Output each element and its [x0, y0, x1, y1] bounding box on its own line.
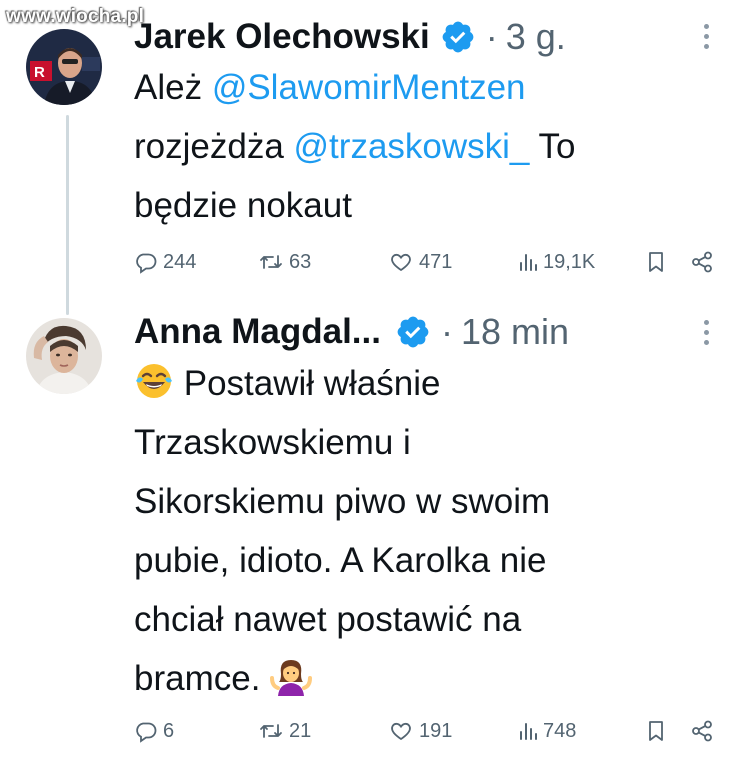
reply-icon: [136, 253, 157, 274]
tweet-actions: 6 21 191 748: [134, 716, 724, 746]
repost-icon: [260, 724, 282, 738]
bookmark-button[interactable]: [646, 247, 666, 277]
reply-button[interactable]: 244: [134, 247, 196, 277]
timestamp[interactable]: 18 min: [461, 311, 569, 353]
heart-icon: [391, 253, 411, 272]
separator-dot: ·: [440, 311, 453, 352]
avatar[interactable]: [26, 318, 102, 394]
tweet-header: Anna Magdal... · 18 min: [134, 307, 569, 357]
thread-connector-line: [66, 115, 69, 315]
author-name[interactable]: Anna Magdal...: [134, 312, 381, 352]
like-count: 471: [419, 250, 453, 273]
view-count: 748: [543, 719, 577, 742]
author-name[interactable]: Jarek Olechowski: [134, 17, 430, 57]
separator-dot: ·: [485, 16, 498, 57]
shrugging-woman-emoji-icon: [270, 660, 313, 696]
share-button[interactable]: [690, 716, 714, 746]
view-count: 19,1K: [543, 250, 596, 273]
timestamp[interactable]: 3 g.: [506, 16, 566, 58]
repost-button[interactable]: 21: [258, 716, 311, 746]
share-icon: [692, 720, 712, 742]
reply-count: 6: [163, 719, 175, 742]
avatar-photo-icon: [26, 318, 102, 394]
share-button[interactable]: [690, 247, 714, 277]
bookmark-icon: [649, 252, 663, 272]
bookmark-icon: [649, 721, 663, 741]
tweet-text: Postawił właśnie Trzaskowskiemu i Sikors…: [134, 354, 550, 708]
reply-button[interactable]: 6: [134, 716, 174, 746]
repost-count: 63: [289, 250, 312, 273]
svg-text:R: R: [34, 64, 45, 81]
avatar-photo-icon: R: [26, 29, 102, 105]
verified-badge-icon: [397, 316, 429, 348]
like-button[interactable]: 191: [388, 716, 452, 746]
tweet-actions: 244 63 471 19,1K: [134, 247, 724, 277]
avatar[interactable]: R: [26, 29, 102, 105]
like-count: 191: [419, 719, 453, 742]
like-button[interactable]: 471: [388, 247, 452, 277]
share-icon: [692, 251, 712, 273]
tweet-header: Jarek Olechowski · 3 g.: [134, 12, 566, 62]
verified-badge-icon: [442, 21, 474, 53]
more-options-icon[interactable]: [701, 320, 711, 350]
tweet-text: Ależ @SlawomirMentzen rozjeżdża @trzasko…: [134, 68, 576, 225]
watermark: www.wiocha.pl: [6, 6, 145, 27]
views-button[interactable]: 748: [518, 716, 576, 746]
views-button[interactable]: 19,1K: [518, 247, 595, 277]
repost-icon: [260, 255, 282, 269]
heart-icon: [391, 722, 411, 741]
mention-link[interactable]: @trzaskowski_: [294, 127, 530, 166]
repost-button[interactable]: 63: [258, 247, 311, 277]
more-options-icon[interactable]: [701, 24, 711, 54]
bookmark-button[interactable]: [646, 716, 666, 746]
views-icon: [520, 723, 537, 740]
reply-count: 244: [163, 250, 197, 273]
reply-icon: [136, 722, 157, 743]
laughing-crying-emoji-icon: [136, 364, 172, 398]
views-icon: [520, 254, 537, 271]
mention-link[interactable]: @SlawomirMentzen: [212, 68, 526, 107]
repost-count: 21: [289, 719, 312, 742]
